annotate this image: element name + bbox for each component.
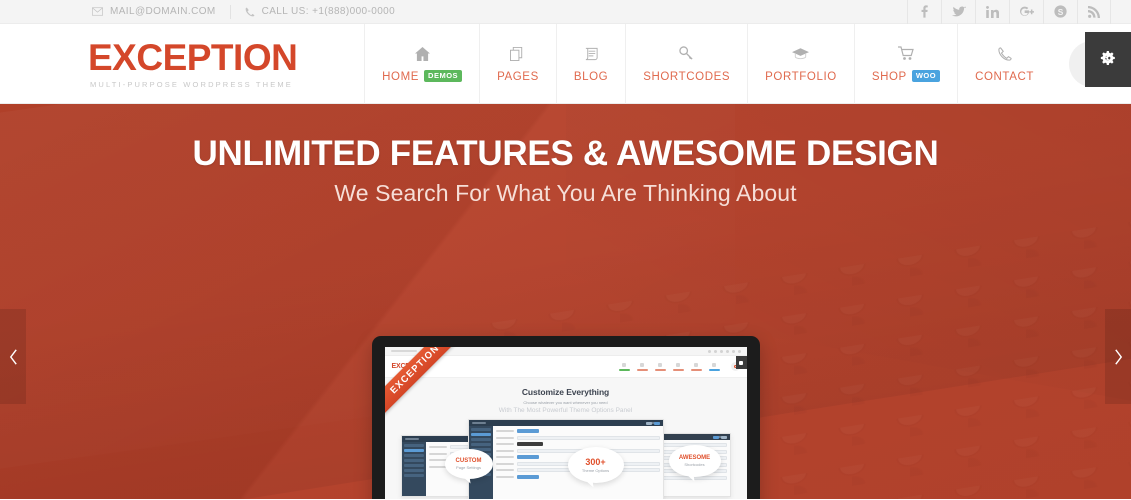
nav-badge-woo: WOO: [911, 70, 941, 82]
callout-shortcodes: AWESOME Shortcodes: [668, 445, 721, 477]
graduation-cap-icon: [792, 45, 810, 62]
envelope-icon: [92, 7, 103, 16]
nav-badge-demos: DEMOS: [424, 70, 463, 82]
slider-prev-button[interactable]: [0, 309, 26, 404]
blog-icon: [584, 45, 599, 62]
linkedin-icon[interactable]: [975, 0, 1009, 24]
cart-icon: [897, 45, 914, 62]
laptop-mockup: EXCEPTION EXCEPTION: [371, 336, 760, 499]
nav-item-pages[interactable]: PAGES: [479, 24, 556, 104]
mini-panels: CUSTOM Page Settings 300+ Theme Options …: [385, 419, 747, 499]
gears-icon: [1099, 51, 1118, 68]
settings-panel-toggle[interactable]: [1085, 32, 1131, 87]
main-navigation: HOME DEMOS PAGES BLOG SHORTCODES PORTFOL…: [364, 24, 1131, 104]
chevron-right-icon: [1113, 348, 1124, 366]
callout-theme-options-text: Theme Options: [581, 467, 610, 473]
nav-item-portfolio[interactable]: PORTFOLIO: [747, 24, 854, 104]
nav-label-contact: CONTACT: [975, 71, 1034, 83]
top-contact-bar: MAIL@DOMAIN.COM CALL US: +1(888)000-0000…: [0, 0, 1131, 24]
callout-custom-text: Page Settings: [456, 465, 481, 470]
top-contact-info: MAIL@DOMAIN.COM CALL US: +1(888)000-0000: [92, 0, 409, 24]
hero-text-block: UNLIMITED FEATURES & AWESOME DESIGN We S…: [0, 104, 1131, 207]
slider-next-button[interactable]: [1105, 309, 1131, 404]
callout-shortcodes-text: Shortcodes: [684, 462, 705, 467]
nav-label-shop: SHOP: [871, 71, 907, 83]
mini-body: Customize Everything Choose whatever you…: [384, 378, 747, 499]
key-icon: [679, 45, 694, 62]
phone-icon: [997, 45, 1012, 62]
hero-subtitle: We Search For What You Are Thinking Abou…: [334, 179, 797, 206]
phone-icon: [245, 7, 255, 17]
mini-heading: Customize Everything: [521, 387, 610, 397]
pages-icon: [510, 45, 525, 62]
social-links: S: [907, 0, 1111, 24]
logo-tagline: MULTI-PURPOSE WORDPRESS THEME: [90, 79, 293, 89]
rss-icon[interactable]: [1077, 0, 1111, 24]
nav-label-portfolio: PORTFOLIO: [765, 71, 837, 83]
home-icon: [414, 45, 430, 62]
nav-label-home: HOME: [382, 71, 420, 83]
nav-label-blog: BLOG: [573, 71, 609, 83]
nav-item-shop[interactable]: SHOP WOO: [853, 24, 957, 104]
mini-header: EXCEPTION: [384, 356, 747, 378]
laptop-screen: EXCEPTION EXCEPTION: [384, 347, 747, 499]
googleplus-icon[interactable]: [1009, 0, 1043, 24]
email-contact[interactable]: MAIL@DOMAIN.COM: [92, 0, 230, 24]
logo-text: EXCEPTION: [88, 36, 298, 78]
mini-tagline: With The Most Powerful Theme Options Pan…: [498, 407, 633, 414]
hero-slider: UNLIMITED FEATURES & AWESOME DESIGN We S…: [0, 104, 1131, 499]
callout-theme-options: 300+ Theme Options: [567, 447, 624, 483]
callout-shortcodes-title: AWESOME: [678, 455, 711, 461]
mini-navigation: [618, 362, 740, 371]
chevron-left-icon: [8, 348, 19, 366]
nav-item-contact[interactable]: CONTACT: [957, 24, 1051, 104]
nav-label-shortcodes: SHORTCODES: [643, 71, 731, 83]
phone-contact[interactable]: CALL US: +1(888)000-0000: [231, 0, 409, 24]
callout-theme-options-title: 300+: [585, 456, 606, 467]
mini-gear-icon: [735, 356, 747, 369]
callout-custom: CUSTOM Page Settings: [444, 449, 493, 479]
laptop-lid: EXCEPTION EXCEPTION: [371, 336, 760, 499]
facebook-icon[interactable]: [907, 0, 941, 24]
twitter-icon[interactable]: [941, 0, 975, 24]
logo[interactable]: EXCEPTION MULTI-PURPOSE WORDPRESS THEME: [0, 24, 298, 103]
svg-text:S: S: [1058, 7, 1064, 17]
nav-item-blog[interactable]: BLOG: [555, 24, 625, 104]
mini-topbar-social: [707, 349, 741, 353]
nav-item-home[interactable]: HOME DEMOS: [364, 24, 479, 104]
mini-topbar-email: [390, 350, 417, 352]
skype-icon[interactable]: S: [1043, 0, 1077, 24]
nav-label-pages: PAGES: [497, 71, 539, 83]
phone-text: CALL US: +1(888)000-0000: [261, 5, 396, 17]
callout-custom-title: CUSTOM: [455, 458, 482, 464]
email-text: MAIL@DOMAIN.COM: [110, 5, 216, 17]
mini-panel-theme-options: [467, 419, 664, 499]
hero-title: UNLIMITED FEATURES & AWESOME DESIGN: [192, 134, 939, 173]
mini-subheading: Choose whatever you want whenever you ne…: [523, 400, 608, 405]
site-header: EXCEPTION MULTI-PURPOSE WORDPRESS THEME …: [0, 24, 1131, 104]
nav-item-shortcodes[interactable]: SHORTCODES: [625, 24, 747, 104]
